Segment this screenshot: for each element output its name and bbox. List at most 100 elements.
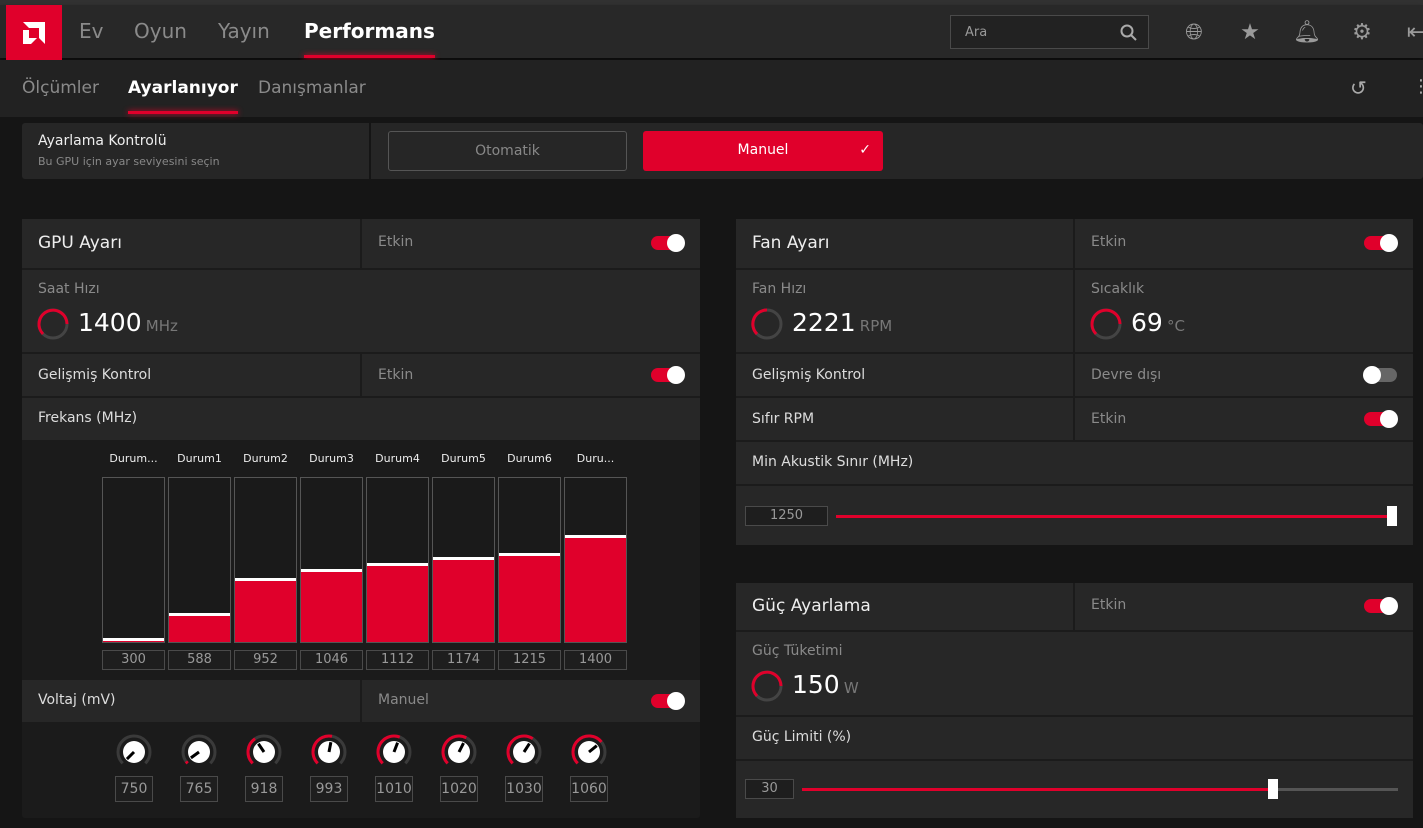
state-label: Duru... — [576, 452, 615, 465]
frequency-state-value[interactable]: 952 — [234, 650, 297, 670]
voltage-knob[interactable] — [439, 732, 479, 772]
voltage-knob[interactable] — [114, 732, 154, 772]
bell-icon[interactable]: 🔔︎ — [1293, 20, 1321, 46]
clock-speed-value: 1400 — [78, 308, 142, 337]
gpu-tuning-title: GPU Ayarı — [38, 233, 122, 253]
frequency-state-value[interactable]: 588 — [168, 650, 231, 670]
frequency-label: Frekans (MHz) — [38, 410, 138, 426]
subtab-danismanlar[interactable]: Danışmanlar — [258, 60, 366, 114]
frequency-state-fill[interactable] — [103, 638, 164, 642]
frequency-state-bar[interactable] — [168, 477, 231, 643]
voltage-knob[interactable] — [569, 732, 609, 772]
frequency-state-bar[interactable] — [564, 477, 627, 643]
acoustic-slider-thumb[interactable] — [1387, 506, 1397, 526]
reset-icon[interactable]: ↺ — [1350, 76, 1367, 100]
frequency-state-fill[interactable] — [565, 535, 626, 642]
fan-tuning-panel: Fan Ayarı Etkin Fan Hızı 2221 RPM Sıcakl… — [736, 219, 1413, 545]
top-nav-bar — [0, 5, 1423, 58]
acoustic-slider-fill — [836, 515, 1392, 518]
subtab-ayarlaniyor[interactable]: Ayarlanıyor — [128, 60, 238, 114]
globe-icon[interactable]: 🌐︎ — [1181, 20, 1207, 46]
frequency-state-value[interactable]: 300 — [102, 650, 165, 670]
frequency-state-fill[interactable] — [169, 612, 230, 642]
manual-button[interactable]: Manuel ✓ — [643, 131, 883, 171]
frequency-state-value[interactable]: 1215 — [498, 650, 561, 670]
frequency-state-bar[interactable] — [300, 477, 363, 643]
voltage-knob[interactable] — [309, 732, 349, 772]
state-label: Durum3 — [309, 452, 354, 465]
frequency-state-fill[interactable] — [301, 568, 362, 642]
acoustic-limit-slider[interactable] — [836, 506, 1397, 526]
power-limit-slider[interactable] — [802, 779, 1398, 799]
frequency-state-value[interactable]: 1400 — [564, 650, 627, 670]
voltage-knob[interactable] — [244, 732, 284, 772]
frequency-state-bar[interactable] — [366, 477, 429, 643]
nav-tab-oyun[interactable]: Oyun — [134, 5, 187, 58]
gpu-advanced-toggle[interactable] — [651, 366, 685, 384]
manual-label: Manuel — [737, 142, 789, 158]
auto-button[interactable]: Otomatik — [388, 131, 627, 171]
fan-gauge-icon — [751, 308, 783, 340]
state-label: Durum4 — [375, 452, 420, 465]
gpu-advanced-control-label: Gelişmiş Kontrol — [38, 367, 152, 383]
nav-tab-ev[interactable]: Ev — [79, 5, 103, 58]
check-icon: ✓ — [859, 142, 871, 158]
acoustic-limit-input[interactable]: 1250 — [745, 506, 828, 526]
search-icon[interactable] — [1120, 24, 1138, 42]
gpu-advanced-status: Etkin — [378, 367, 414, 383]
voltage-value[interactable]: 1010 — [375, 776, 413, 802]
frequency-states: Durum... 300 Durum1 588 Durum2 952 Durum3 1046 D… — [22, 440, 700, 680]
voltage-knob[interactable] — [374, 732, 414, 772]
fan-tuning-toggle[interactable] — [1364, 234, 1398, 252]
search-input[interactable]: Ara — [950, 15, 1149, 49]
frequency-state-value[interactable]: 1112 — [366, 650, 429, 670]
zero-rpm-label: Sıfır RPM — [752, 411, 815, 427]
frequency-state-bar[interactable] — [432, 477, 495, 643]
power-tuning-status: Etkin — [1091, 597, 1127, 613]
voltage-toggle[interactable] — [651, 692, 685, 710]
voltage-value[interactable]: 750 — [115, 776, 153, 802]
voltage-knob[interactable] — [504, 732, 544, 772]
state-label: Durum... — [109, 452, 158, 465]
tuning-control-subtitle: Bu GPU için ayar seviyesini seçin — [38, 155, 220, 168]
star-icon[interactable]: ★ — [1237, 20, 1263, 46]
frequency-state-fill[interactable] — [433, 556, 494, 642]
power-slider-thumb[interactable] — [1267, 779, 1278, 799]
nav-tab-yayin[interactable]: Yayın — [218, 5, 270, 58]
gpu-tuning-toggle[interactable] — [651, 234, 685, 252]
state-label: Durum6 — [507, 452, 552, 465]
frequency-state-bar[interactable] — [102, 477, 165, 643]
voltage-value[interactable]: 1060 — [570, 776, 608, 802]
amd-logo[interactable] — [6, 5, 62, 60]
voltage-value[interactable]: 918 — [245, 776, 283, 802]
frequency-state-fill[interactable] — [235, 577, 296, 642]
nav-tab-performans[interactable]: Performans — [304, 5, 435, 58]
power-tuning-toggle[interactable] — [1364, 597, 1398, 615]
fan-advanced-toggle[interactable] — [1363, 366, 1397, 384]
state-label: Durum1 — [177, 452, 222, 465]
power-slider-fill — [802, 788, 1273, 791]
voltage-value[interactable]: 765 — [180, 776, 218, 802]
power-consumption-label: Güç Tüketimi — [752, 643, 843, 659]
frequency-state-bar[interactable] — [498, 477, 561, 643]
frequency-state-fill[interactable] — [367, 562, 428, 642]
zero-rpm-toggle[interactable] — [1364, 410, 1398, 428]
voltage-knob[interactable] — [179, 732, 219, 772]
fan-tuning-title: Fan Ayarı — [752, 233, 830, 253]
power-tuning-panel: Güç Ayarlama Etkin Güç Tüketimi 150 W Gü… — [736, 583, 1413, 818]
power-limit-input[interactable]: 30 — [745, 779, 794, 799]
subtab-olcumler[interactable]: Ölçümler — [22, 60, 99, 114]
frequency-state-value[interactable]: 1174 — [432, 650, 495, 670]
frequency-state-bar[interactable] — [234, 477, 297, 643]
gear-icon[interactable]: ⚙ — [1349, 20, 1375, 46]
frequency-state-value[interactable]: 1046 — [300, 650, 363, 670]
amd-logo-icon — [23, 21, 45, 44]
voltage-value[interactable]: 993 — [310, 776, 348, 802]
fan-speed-label: Fan Hızı — [752, 281, 807, 297]
state-label: Durum2 — [243, 452, 288, 465]
more-options-icon[interactable]: ⋮ — [1412, 76, 1423, 97]
voltage-value[interactable]: 1030 — [505, 776, 543, 802]
frequency-state-fill[interactable] — [499, 552, 560, 642]
exit-icon[interactable]: ⇤ — [1403, 20, 1423, 46]
voltage-value[interactable]: 1020 — [440, 776, 478, 802]
